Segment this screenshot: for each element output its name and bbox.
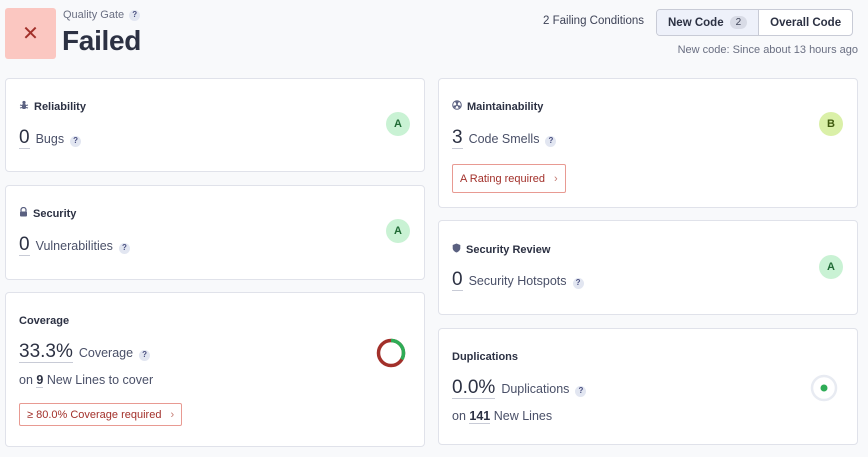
reliability-title: Reliability [19, 100, 86, 113]
coverage-lines-to-cover: on 9 New Lines to cover [19, 373, 154, 388]
coverage-donut-chart [376, 338, 406, 368]
security-hotspots-metric: 0 Security Hotspots ? [452, 270, 584, 291]
tab-new-code[interactable]: New Code 2 [657, 10, 760, 35]
quality-gate-status-icon: ✕ [5, 8, 56, 59]
maintainability-requirement-text: A Rating required [460, 172, 545, 185]
new-code-count-badge: 2 [729, 16, 748, 29]
maintainability-card: Maintainability 3 Code Smells ? A Rating… [438, 78, 858, 208]
failing-conditions-link[interactable]: 2 Failing Conditions [543, 15, 644, 27]
security-title: Security [19, 206, 77, 220]
duplications-label: Duplications [501, 382, 570, 396]
new-lines-value[interactable]: 141 [469, 409, 491, 424]
tab-overall-code-label: Overall Code [770, 16, 842, 29]
coverage-value[interactable]: 33.3% [19, 342, 73, 363]
coverage-metric: 33.3% Coverage ? [19, 342, 151, 363]
help-icon[interactable]: ? [575, 385, 587, 397]
security-title-text: Security [33, 207, 77, 220]
reliability-rating[interactable]: A [386, 112, 410, 136]
security-rating[interactable]: A [386, 219, 410, 243]
security-review-title: Security Review [452, 243, 550, 256]
lock-icon [19, 206, 28, 220]
help-icon[interactable]: ? [70, 135, 82, 147]
duplications-title: Duplications [452, 351, 519, 363]
security-hotspots-value[interactable]: 0 [452, 270, 463, 291]
security-hotspots-label: Security Hotspots [468, 274, 567, 288]
coverage-requirement-text: ≥ 80.0% Coverage required [27, 408, 162, 421]
tab-overall-code[interactable]: Overall Code [759, 10, 852, 35]
reliability-card: Reliability 0 Bugs ? A [5, 78, 425, 172]
maintainability-requirement[interactable]: A Rating required › [452, 164, 566, 193]
bugs-metric: 0 Bugs ? [19, 128, 82, 149]
duplications-indicator-dot [820, 384, 828, 392]
security-review-title-text: Security Review [466, 243, 551, 256]
tab-new-code-label: New Code [668, 16, 724, 29]
chevron-right-icon: › [170, 408, 175, 421]
bugs-value[interactable]: 0 [19, 128, 30, 149]
help-icon[interactable]: ? [129, 9, 141, 21]
maintainability-title: Maintainability [452, 100, 543, 113]
duplications-indicator [810, 374, 838, 402]
duplications-sub-prefix: on [452, 409, 466, 423]
radiation-icon [452, 100, 462, 113]
coverage-label: Coverage [78, 346, 134, 360]
security-card: Security 0 Vulnerabilities ? A [5, 185, 425, 280]
help-icon[interactable]: ? [545, 135, 557, 147]
maintainability-rating[interactable]: B [819, 112, 843, 136]
vulnerabilities-metric: 0 Vulnerabilities ? [19, 235, 130, 256]
help-icon[interactable]: ? [572, 277, 584, 289]
code-scope-toggle: New Code 2 Overall Code [656, 9, 854, 36]
duplications-metric: 0.0% Duplications ? [452, 378, 587, 399]
code-smells-label: Code Smells [468, 132, 540, 146]
close-icon: ✕ [22, 23, 39, 45]
shield-icon [452, 243, 461, 256]
quality-gate-label: Quality Gate ? [63, 9, 141, 21]
quality-gate-label-text: Quality Gate [63, 9, 125, 21]
coverage-title: Coverage [19, 315, 70, 327]
vulnerabilities-label: Vulnerabilities [35, 239, 113, 253]
quality-gate-status: Failed [62, 25, 142, 56]
coverage-card: Coverage 33.3% Coverage ? on 9 New Lines… [5, 292, 425, 447]
duplications-sub-suffix: New Lines [493, 409, 553, 423]
new-code-period-note: New code: Since about 13 hours ago [677, 44, 858, 56]
bug-icon [19, 100, 29, 113]
duplications-new-lines: on 141 New Lines [452, 409, 553, 424]
coverage-requirement[interactable]: ≥ 80.0% Coverage required › [19, 403, 183, 426]
code-smells-value[interactable]: 3 [452, 128, 463, 149]
vulnerabilities-value[interactable]: 0 [19, 235, 30, 256]
security-review-rating[interactable]: A [819, 255, 843, 279]
lines-to-cover-value[interactable]: 9 [36, 373, 44, 388]
duplications-card: Duplications 0.0% Duplications ? on 141 … [438, 328, 858, 445]
security-review-card: Security Review 0 Security Hotspots ? A [438, 220, 858, 315]
coverage-sub-prefix: on [19, 373, 33, 387]
reliability-title-text: Reliability [34, 100, 86, 113]
help-icon[interactable]: ? [139, 349, 151, 361]
code-smells-metric: 3 Code Smells ? [452, 128, 557, 149]
chevron-right-icon: › [554, 172, 558, 185]
help-icon[interactable]: ? [118, 242, 130, 254]
maintainability-title-text: Maintainability [467, 100, 544, 113]
bugs-label: Bugs [35, 132, 65, 146]
coverage-sub-suffix: New Lines to cover [46, 373, 154, 387]
duplications-value[interactable]: 0.0% [452, 378, 496, 399]
